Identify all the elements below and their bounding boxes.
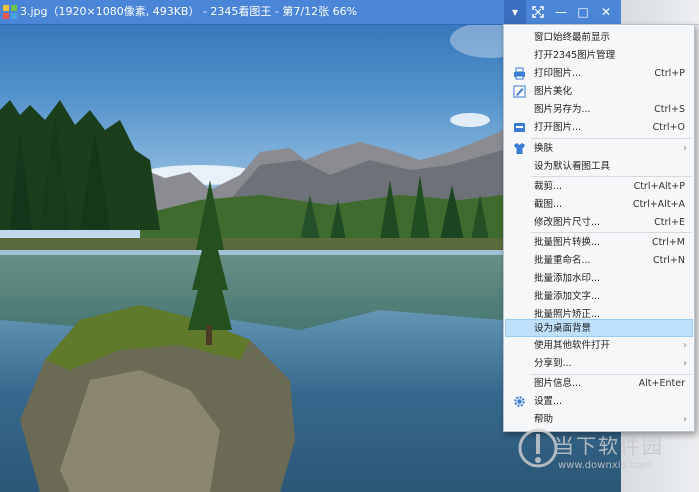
menu-item-label: 批量添加水印... — [534, 273, 601, 284]
menu-item-label: 设为桌面背景 — [534, 323, 592, 334]
window-title: 3.jpg（1920×1080像素, 493KB） - 2345看图王 - 第7… — [20, 5, 358, 18]
menu-item-shortcut: Ctrl+Alt+P — [633, 181, 685, 192]
shirt-icon — [514, 143, 525, 154]
menu-item-shortcut: Ctrl+O — [652, 122, 685, 133]
menu-item-label: 图片美化 — [534, 86, 573, 97]
menu-item-shortcut: Ctrl+Alt+A — [632, 199, 685, 210]
menu-item-label: 换肤 — [534, 143, 554, 154]
menu-item-screenshot[interactable]: 截图... Ctrl+Alt+A — [505, 196, 693, 213]
menu-item-shortcut: Alt+Enter — [638, 378, 685, 389]
menu-item-open-with[interactable]: 使用其他软件打开 › — [505, 337, 693, 354]
chevron-right-icon: › — [683, 358, 687, 369]
menu-item-settings[interactable]: 设置... — [505, 393, 693, 410]
close-button[interactable]: ✕ — [595, 0, 617, 24]
menu-item-label: 使用其他软件打开 — [534, 340, 611, 351]
chevron-right-icon: › — [683, 143, 687, 154]
menu-item-label: 设置... — [534, 396, 563, 407]
watermark-text: 当下软件园 — [554, 434, 664, 458]
menu-item-share[interactable]: 分享到... › — [505, 355, 693, 372]
close-icon: ✕ — [600, 5, 612, 19]
gear-icon — [514, 396, 525, 407]
menu-separator — [531, 176, 691, 177]
menu-item-shortcut: Ctrl+P — [654, 68, 685, 79]
chevron-right-icon: › — [683, 340, 687, 351]
menu-item-save-as[interactable]: 图片另存为... Ctrl+S — [505, 101, 693, 118]
minimize-icon: — — [555, 5, 567, 19]
maximize-icon: □ — [577, 5, 589, 19]
menu-item-image-info[interactable]: 图片信息... Alt+Enter — [505, 375, 693, 392]
menu-item-batch-rename[interactable]: 批量重命名... Ctrl+N — [505, 252, 693, 269]
edit-icon — [513, 85, 526, 98]
menu-item-batch-watermark[interactable]: 批量添加水印... — [505, 270, 693, 287]
menu-item-skin[interactable]: 换肤 › — [505, 140, 693, 157]
menu-separator — [531, 232, 691, 233]
menu-item-label: 图片另存为... — [534, 104, 591, 115]
app-logo-icon — [3, 5, 17, 19]
open-icon — [514, 123, 525, 132]
menu-item-label: 批量添加文字... — [534, 291, 601, 302]
window-title-bar[interactable]: 3.jpg（1920×1080像素, 493KB） - 2345看图王 - 第7… — [0, 0, 621, 25]
context-menu: 窗口始终最前显示 打开2345图片管理 打印图片... Ctrl+P 图片美化 … — [503, 24, 695, 432]
maximize-button[interactable]: □ — [572, 0, 594, 24]
menu-item-label: 打印图片... — [534, 68, 582, 79]
fullscreen-icon — [532, 6, 544, 18]
menu-item-shortcut: Ctrl+M — [651, 237, 685, 248]
menu-item-shortcut: Ctrl+E — [654, 217, 685, 228]
menu-item-label: 分享到... — [534, 358, 572, 369]
menu-item-beautify[interactable]: 图片美化 — [505, 83, 693, 100]
menu-item-print[interactable]: 打印图片... Ctrl+P — [505, 65, 693, 82]
menu-item-label: 打开2345图片管理 — [534, 50, 616, 61]
menu-item-label: 打开图片... — [534, 122, 582, 133]
menu-item-label: 图片信息... — [534, 378, 582, 389]
menu-item-set-default-viewer[interactable]: 设为默认看图工具 — [505, 158, 693, 175]
menu-item-label: 批量重命名... — [534, 255, 591, 266]
menu-item-label: 批量图片转换... — [534, 237, 601, 248]
printer-icon — [514, 67, 525, 80]
menu-item-set-wallpaper[interactable]: 设为桌面背景 — [505, 319, 693, 337]
menu-item-open-manager[interactable]: 打开2345图片管理 — [505, 47, 693, 64]
menu-item-label: 设为默认看图工具 — [534, 161, 611, 172]
menu-item-batch-add-text[interactable]: 批量添加文字... — [505, 288, 693, 305]
fullscreen-button[interactable] — [527, 0, 549, 24]
minimize-button[interactable]: — — [550, 0, 572, 24]
menu-separator — [531, 138, 691, 139]
chevron-down-icon: ▾ — [511, 5, 519, 19]
menu-item-resize[interactable]: 修改图片尺寸... Ctrl+E — [505, 214, 693, 231]
menu-dropdown-button[interactable]: ▾ — [504, 0, 526, 24]
menu-item-batch-convert[interactable]: 批量图片转换... Ctrl+M — [505, 234, 693, 251]
menu-item-label: 裁剪... — [534, 181, 563, 192]
watermark-url: www.downxia.com — [558, 460, 652, 471]
menu-item-open-image[interactable]: 打开图片... Ctrl+O — [505, 119, 693, 136]
menu-item-label: 修改图片尺寸... — [534, 217, 601, 228]
menu-item-label: 窗口始终最前显示 — [534, 32, 611, 43]
menu-item-crop[interactable]: 裁剪... Ctrl+Alt+P — [505, 178, 693, 195]
menu-item-shortcut: Ctrl+N — [653, 255, 685, 266]
menu-item-label: 截图... — [534, 199, 563, 210]
menu-item-shortcut: Ctrl+S — [654, 104, 685, 115]
menu-item-always-on-top[interactable]: 窗口始终最前显示 — [505, 29, 693, 46]
